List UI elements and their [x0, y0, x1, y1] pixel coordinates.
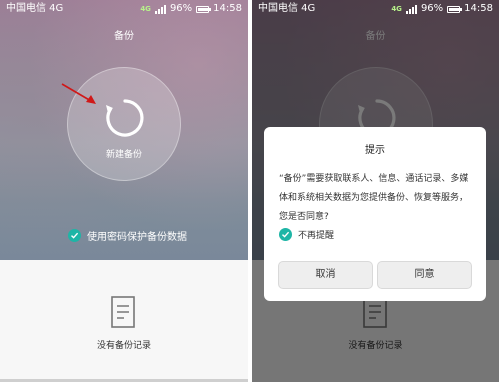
agree-button[interactable]: 同意 [377, 261, 472, 289]
battery-icon [196, 5, 212, 13]
carrier-label: 中国电信 4G [258, 3, 316, 14]
page-title: 备份 [114, 31, 134, 42]
new-backup-label: 新建备份 [105, 150, 142, 160]
signal-icon [405, 4, 417, 14]
empty-state-label: 没有备份记录 [96, 341, 151, 351]
network-badge: 4G [140, 5, 151, 13]
status-bar: 中国电信 4G 4G 96% 14:58 [0, 0, 248, 18]
dialog-message: “备份”需要获取联系人、信息、通话记录、多媒体和系统相关数据为您提供备份、恢复等… [279, 174, 469, 222]
permission-dialog: 提示 “备份”需要获取联系人、信息、通话记录、多媒体和系统相关数据为您提供备份、… [264, 127, 486, 301]
backup-screen-with-dialog: 备份 没有备份记录 中国电信 4G 4G 96% 14:58 提示 “备份”需要… [252, 0, 499, 382]
dialog-title: 提示 [365, 145, 385, 156]
password-protect-option[interactable]: 使用密码保护备份数据 [68, 228, 187, 243]
network-badge: 4G [391, 5, 402, 13]
signal-icon [154, 4, 166, 14]
battery-fill [449, 7, 460, 11]
clock: 14:58 [464, 3, 493, 14]
refresh-icon [106, 99, 144, 137]
battery-percent: 96% [420, 3, 444, 14]
carrier-label: 中国电信 4G [6, 3, 64, 14]
check-icon[interactable] [68, 229, 81, 242]
battery-icon [447, 5, 463, 13]
document-icon [111, 296, 135, 328]
status-indicators: 4G 96% 14:58 [391, 0, 493, 18]
arrow-icon [61, 83, 96, 104]
cancel-button[interactable]: 取消 [278, 261, 373, 289]
status-bar: 中国电信 4G 4G 96% 14:58 [252, 0, 499, 18]
password-protect-label: 使用密码保护备份数据 [87, 232, 187, 243]
dont-remind-option[interactable]: 不再提醒 [279, 228, 334, 241]
backup-screen: 中国电信 4G 4G 96% 14:58 备份 新建备份 使用密码保护备份数据 … [0, 0, 248, 382]
status-indicators: 4G 96% 14:58 [140, 0, 242, 18]
check-icon[interactable] [279, 228, 292, 241]
clock: 14:58 [213, 3, 242, 14]
battery-fill [198, 7, 209, 11]
battery-percent: 96% [169, 3, 193, 14]
dont-remind-label: 不再提醒 [298, 231, 335, 241]
